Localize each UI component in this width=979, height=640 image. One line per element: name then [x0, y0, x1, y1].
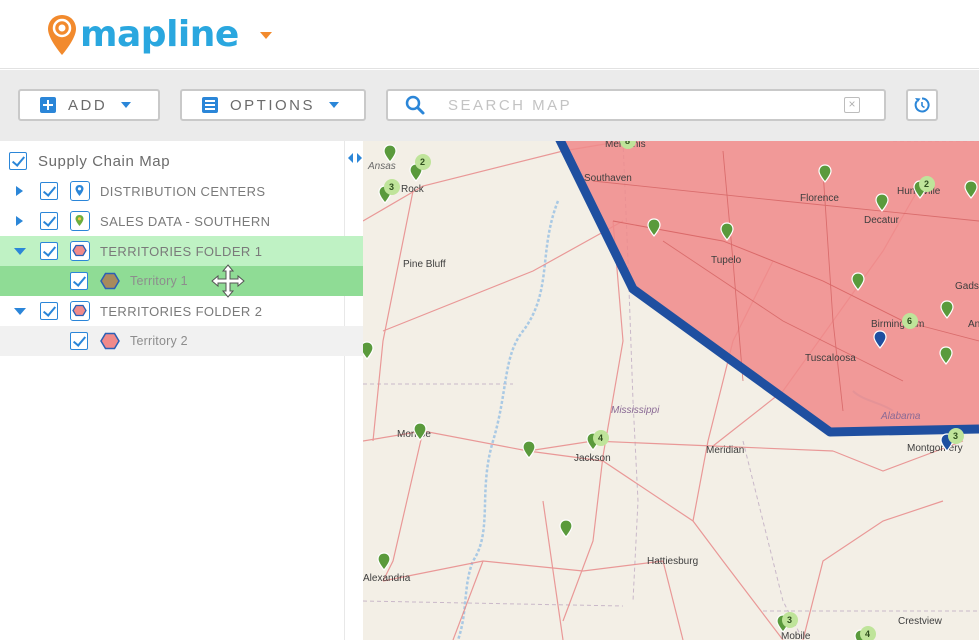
- layer-row-territories-folder-2[interactable]: TERRITORIES FOLDER 2: [0, 296, 363, 326]
- layer-checkbox[interactable]: [70, 272, 88, 290]
- search-input[interactable]: [448, 96, 838, 114]
- map-canvas[interactable]: Memphis Southaven Rock Pine Bluff Tupelo…: [363, 141, 979, 640]
- city-label: Hattiesburg: [647, 556, 698, 567]
- layer-checkbox[interactable]: [70, 332, 88, 350]
- layer-label: TERRITORIES FOLDER 1: [100, 243, 263, 259]
- layer-label: DISTRIBUTION CENTERS: [100, 183, 266, 199]
- add-button[interactable]: ADD: [18, 89, 160, 121]
- search-icon: [405, 95, 425, 115]
- state-label: Alabama: [880, 411, 921, 422]
- city-label: Meridian: [706, 445, 744, 456]
- territory-folder-icon: [70, 241, 90, 261]
- move-cursor-icon: [211, 264, 245, 298]
- map-marker[interactable]: [377, 552, 391, 571]
- expand-arrow-icon[interactable]: [16, 186, 23, 196]
- root-checkbox[interactable]: [9, 152, 27, 170]
- map-title: Supply Chain Map: [38, 152, 171, 170]
- territory-label: Territory 1: [130, 274, 188, 288]
- chevron-down-icon: [329, 102, 340, 108]
- chevron-down-icon: [121, 102, 132, 108]
- svg-text:3: 3: [787, 615, 792, 625]
- city-label: Pine Bluff: [403, 259, 446, 270]
- logo-pin-icon: [48, 15, 76, 55]
- refresh-icon: [914, 97, 930, 113]
- city-label: An: [968, 319, 979, 330]
- layer-row-territory-2[interactable]: Territory 2: [0, 326, 363, 356]
- mapline-app: mapline ADD OPTIONS ×: [0, 0, 979, 640]
- svg-text:3: 3: [389, 182, 394, 192]
- marker-blue-icon: [70, 181, 90, 201]
- layer-row-territories-folder-1[interactable]: TERRITORIES FOLDER 1: [0, 236, 363, 266]
- add-button-label: ADD: [68, 96, 108, 114]
- cluster-badge[interactable]: 3: [782, 612, 798, 628]
- cluster-badge[interactable]: 2: [919, 176, 935, 192]
- svg-text:6: 6: [907, 316, 912, 326]
- city-label: Decatur: [864, 215, 900, 226]
- layer-checkbox[interactable]: [40, 242, 58, 260]
- layer-checkbox[interactable]: [40, 182, 58, 200]
- options-button-label: OPTIONS: [230, 96, 316, 114]
- map-svg[interactable]: Memphis Southaven Rock Pine Bluff Tupelo…: [363, 141, 979, 640]
- root-layer-row[interactable]: Supply Chain Map: [0, 146, 363, 176]
- city-label: Tuscaloosa: [805, 353, 856, 364]
- territory-folder-icon: [70, 301, 90, 321]
- cluster-badge[interactable]: 4: [860, 626, 876, 640]
- map-marker[interactable]: [559, 519, 573, 538]
- layer-row-territory-1[interactable]: Territory 1: [0, 264, 363, 298]
- map-marker[interactable]: [363, 341, 374, 360]
- map-marker[interactable]: [383, 144, 397, 163]
- toolbar: ADD OPTIONS ×: [0, 70, 979, 141]
- cluster-badge[interactable]: 2: [415, 154, 431, 170]
- city-label: Gadsden: [955, 281, 979, 292]
- logo-dropdown-icon[interactable]: [260, 32, 272, 39]
- city-label: Southaven: [584, 173, 632, 184]
- city-label: Crestview: [898, 616, 943, 627]
- cluster-badge[interactable]: 3: [948, 428, 964, 444]
- city-label: Mobile: [781, 631, 811, 640]
- svg-text:8: 8: [625, 141, 630, 146]
- plus-icon: [40, 97, 56, 113]
- map-marker[interactable]: [522, 440, 536, 459]
- city-label: Alexandria: [363, 573, 411, 584]
- city-label: Montgomery: [907, 443, 963, 454]
- collapse-arrow-icon[interactable]: [14, 247, 26, 255]
- collapse-arrow-icon[interactable]: [14, 307, 26, 315]
- city-label: Ansas: [367, 161, 396, 172]
- city-label: Florence: [800, 193, 839, 204]
- mapline-logo[interactable]: mapline: [46, 10, 239, 60]
- marker-green-icon: [70, 211, 90, 231]
- layer-label: SALES DATA - SOUTHERN: [100, 213, 271, 229]
- app-header: mapline: [0, 0, 979, 69]
- cluster-badge[interactable]: 6: [902, 313, 918, 329]
- svg-text:2: 2: [420, 157, 425, 167]
- svg-text:3: 3: [953, 431, 958, 441]
- territory-hexagon-brown-icon: [100, 271, 120, 291]
- city-label: Rock: [401, 184, 425, 195]
- layer-row-distribution-centers[interactable]: DISTRIBUTION CENTERS: [0, 176, 363, 206]
- layers-sidebar: Supply Chain Map DISTRIBUTION CENTERS SA…: [0, 141, 374, 640]
- layer-checkbox[interactable]: [40, 302, 58, 320]
- cluster-badge[interactable]: 4: [593, 430, 609, 446]
- list-icon: [202, 97, 218, 113]
- layer-label: TERRITORIES FOLDER 2: [100, 303, 263, 319]
- territory-hexagon-pink-icon: [100, 331, 120, 351]
- options-button[interactable]: OPTIONS: [180, 89, 366, 121]
- city-label: Tupelo: [711, 255, 742, 266]
- clear-search-icon[interactable]: ×: [844, 97, 860, 113]
- logo-text: mapline: [80, 14, 239, 55]
- layer-row-sales-data[interactable]: SALES DATA - SOUTHERN: [0, 206, 363, 236]
- svg-text:4: 4: [865, 629, 870, 639]
- river: [456, 200, 560, 640]
- expand-arrow-icon[interactable]: [16, 216, 23, 226]
- search-bar: ×: [386, 89, 886, 121]
- cluster-badge[interactable]: 3: [384, 179, 400, 195]
- svg-text:4: 4: [598, 433, 603, 443]
- territory-label: Territory 2: [130, 334, 188, 348]
- svg-text:2: 2: [924, 179, 929, 189]
- state-label: Mississippi: [611, 405, 660, 416]
- refresh-button[interactable]: [906, 89, 938, 121]
- layer-checkbox[interactable]: [40, 212, 58, 230]
- city-label: Jackson: [574, 453, 611, 464]
